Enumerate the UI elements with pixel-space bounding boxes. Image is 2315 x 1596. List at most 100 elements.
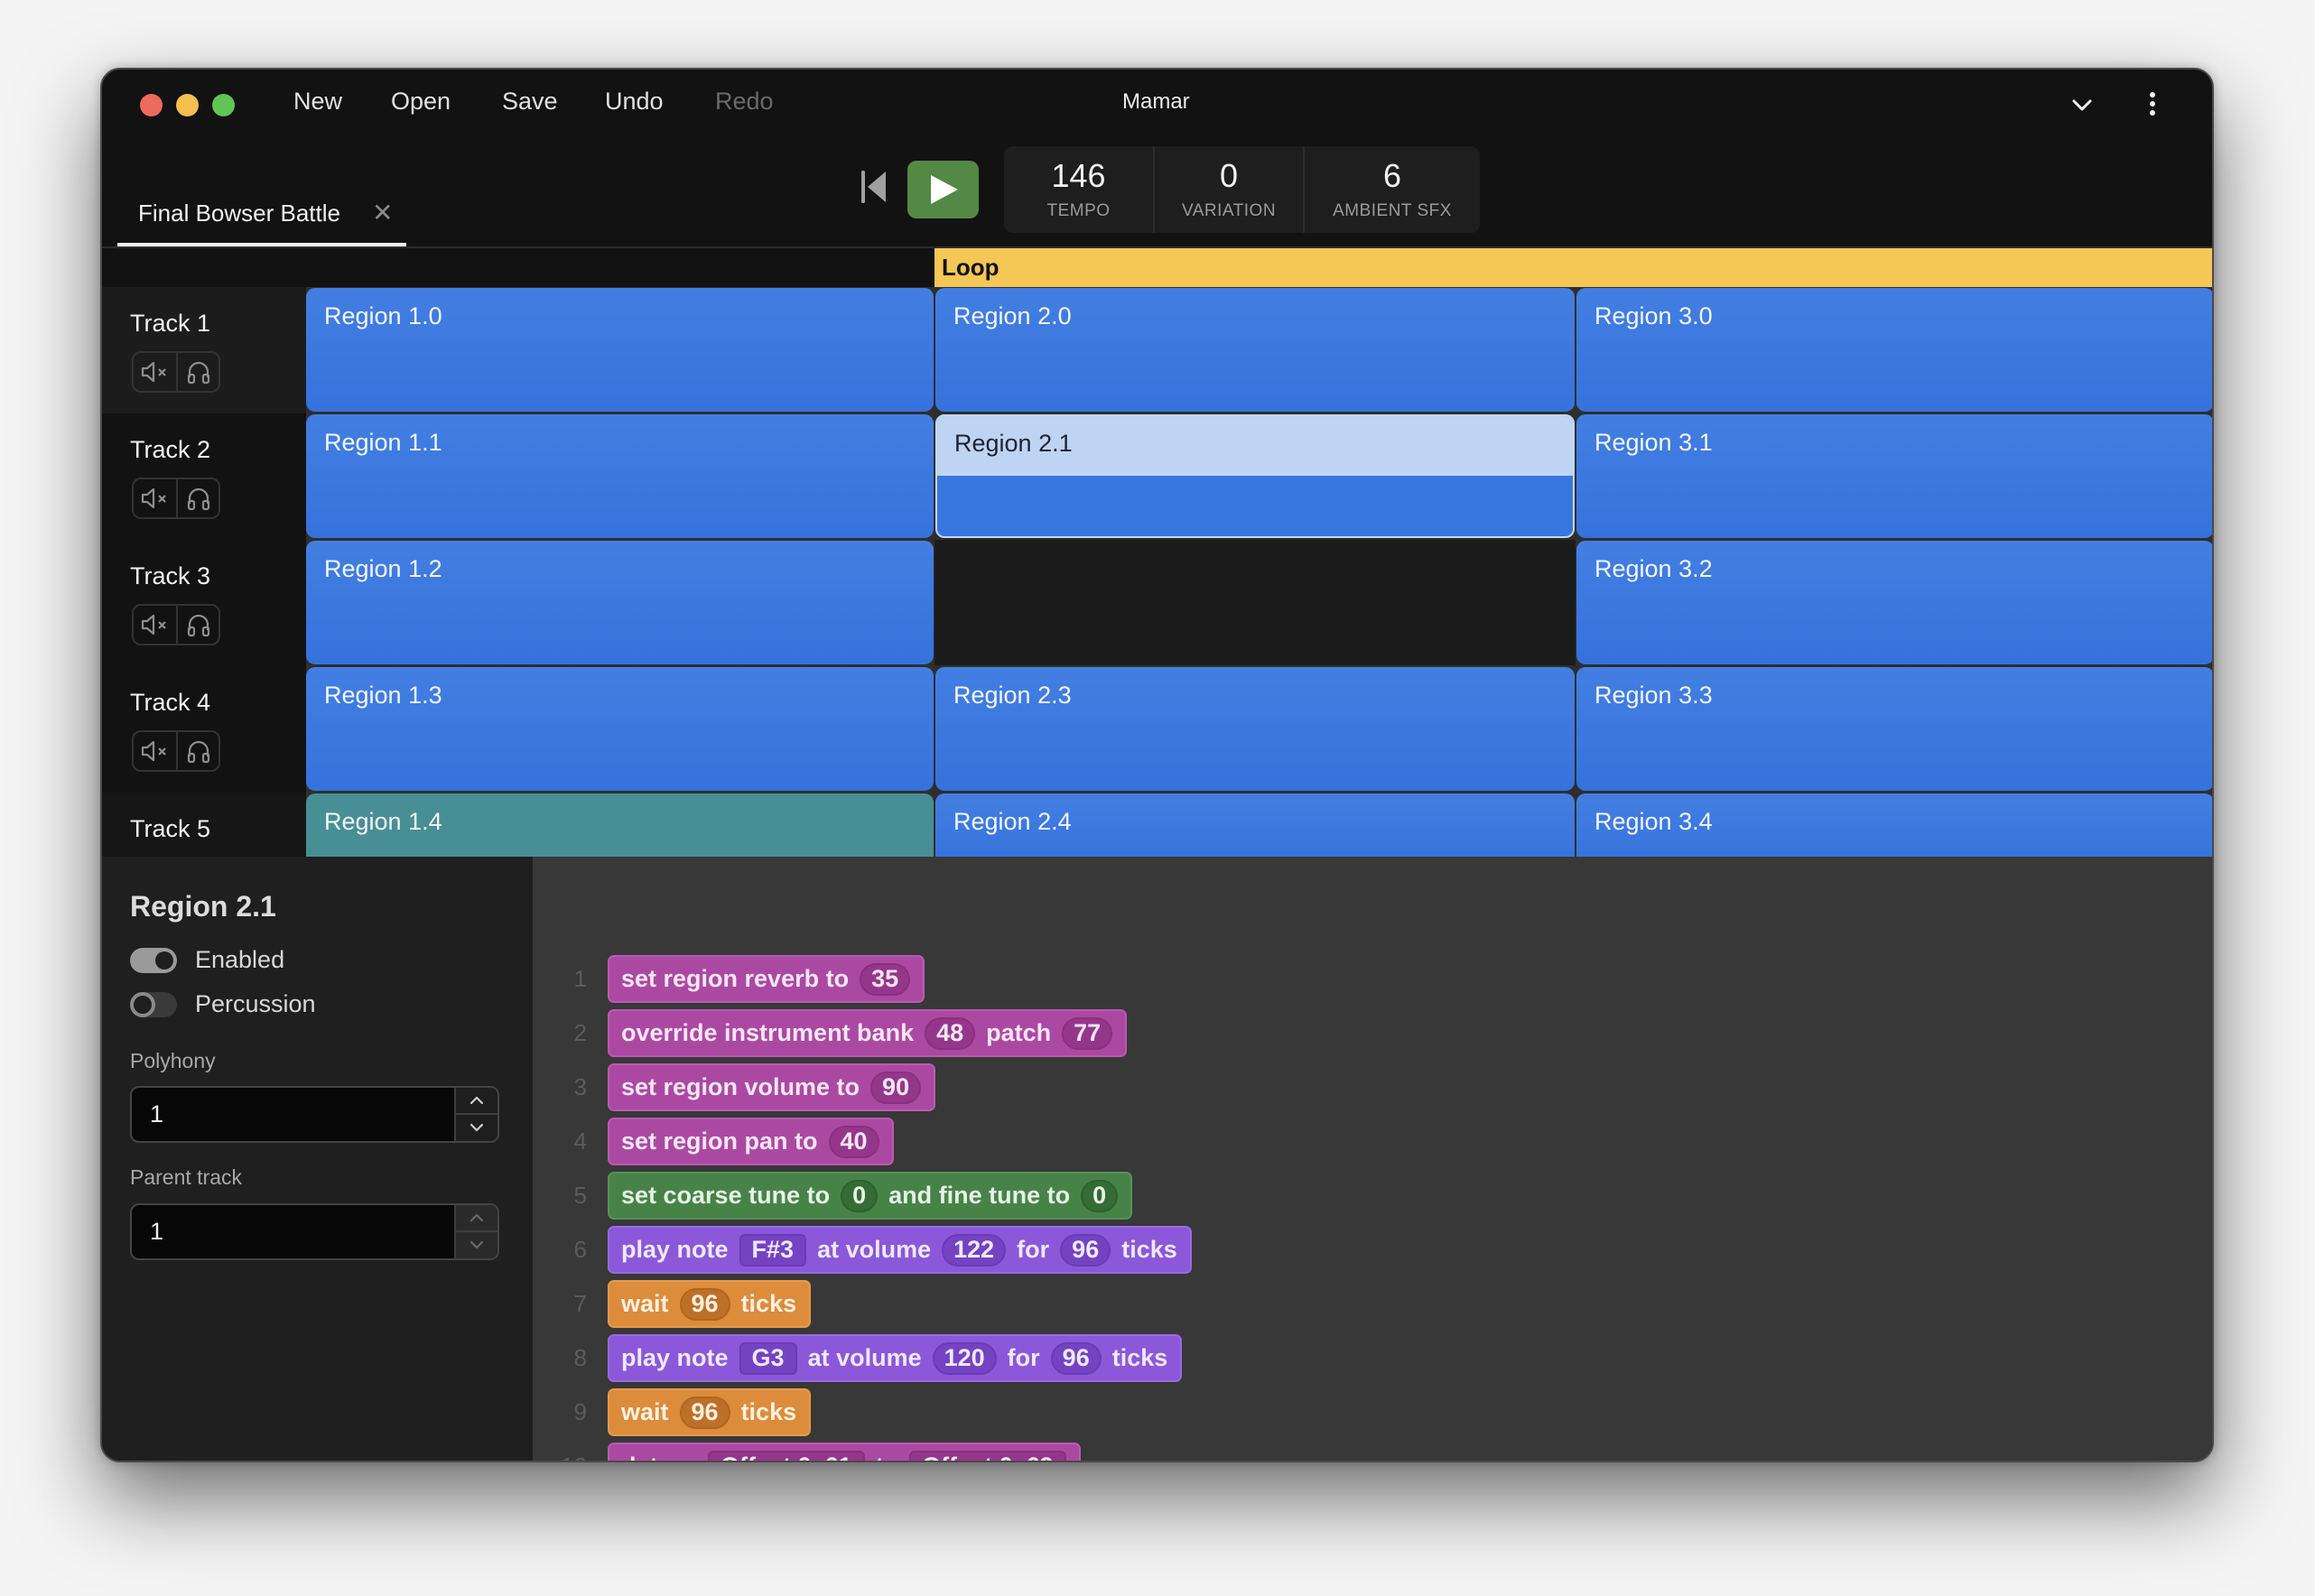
- mute-button[interactable]: [134, 606, 176, 644]
- command-block[interactable]: override instrument bank 48 patch 77: [608, 1009, 1128, 1057]
- command-block[interactable]: play note G3 at volume 120 for 96 ticks: [608, 1334, 1183, 1382]
- value-field[interactable]: 122: [942, 1233, 1007, 1267]
- offset-dropdown[interactable]: Offset 0x61: [708, 1450, 865, 1461]
- menu-undo[interactable]: Undo: [605, 88, 664, 116]
- region-3-2[interactable]: Region 3.2: [1576, 541, 2212, 664]
- offset-dropdown[interactable]: Offset 0x69: [909, 1450, 1066, 1461]
- value-field[interactable]: 77: [1062, 1016, 1113, 1050]
- line-number: 6: [573, 1236, 587, 1263]
- region-label: Region 3.3: [1594, 682, 1713, 709]
- parent-track-decrement[interactable]: [456, 1232, 497, 1259]
- parent-track-input[interactable]: [132, 1205, 457, 1258]
- percussion-toggle[interactable]: [130, 991, 177, 1017]
- region-3-4[interactable]: Region 3.4: [1576, 793, 2212, 857]
- track-header[interactable]: Track 3: [102, 540, 306, 666]
- headphones-icon: [187, 361, 209, 385]
- ambient-sfx-stat[interactable]: 6 AMBIENT SFX: [1303, 146, 1480, 233]
- menu-open[interactable]: Open: [391, 88, 451, 116]
- value-field[interactable]: 96: [679, 1396, 730, 1429]
- region-2-4[interactable]: Region 2.4: [935, 793, 1575, 857]
- value-field[interactable]: 96: [679, 1287, 730, 1321]
- track-name: Track 5: [130, 815, 211, 842]
- polyphony-increment[interactable]: [456, 1088, 497, 1115]
- region-label: Region 2.3: [953, 682, 1072, 709]
- value-field[interactable]: 90: [870, 1071, 922, 1104]
- region-label: Region 1.0: [324, 302, 442, 329]
- region-1-3[interactable]: Region 1.3: [306, 667, 934, 791]
- loop-marker[interactable]: Loop: [934, 248, 2212, 287]
- region-3-1[interactable]: Region 3.1: [1576, 414, 2212, 538]
- tempo-label: TEMPO: [1046, 201, 1111, 220]
- solo-button[interactable]: [176, 479, 218, 517]
- polyphony-decrement[interactable]: [456, 1115, 497, 1142]
- command-block[interactable]: set region pan to 40: [608, 1118, 894, 1165]
- empty-region-slot[interactable]: [934, 540, 1576, 665]
- region-2-1[interactable]: Region 2.1: [935, 414, 1575, 538]
- value-field[interactable]: 35: [860, 962, 911, 996]
- value-field[interactable]: 96: [1060, 1233, 1111, 1267]
- region-3-3[interactable]: Region 3.3: [1576, 667, 2212, 791]
- value-field[interactable]: 0: [841, 1179, 879, 1212]
- enabled-toggle-row[interactable]: Enabled: [130, 946, 284, 974]
- mute-button[interactable]: [134, 732, 176, 770]
- block-keyword: set coarse tune to: [621, 1182, 831, 1209]
- tempo-stat[interactable]: 146 TEMPO: [1004, 146, 1153, 233]
- command-block[interactable]: wait 96 ticks: [608, 1280, 812, 1328]
- menu-save[interactable]: Save: [502, 88, 558, 116]
- region-2-3[interactable]: Region 2.3: [935, 667, 1575, 791]
- enabled-toggle[interactable]: [130, 947, 177, 973]
- region-1-0[interactable]: Region 1.0: [306, 288, 934, 412]
- polyphony-input[interactable]: [132, 1088, 457, 1141]
- command-block[interactable]: wait 96 ticks: [608, 1388, 812, 1436]
- chevron-down-icon[interactable]: [2069, 92, 2096, 119]
- command-block[interactable]: set region reverb to 35: [608, 955, 925, 1003]
- tab-label: Final Bowser Battle: [138, 200, 340, 227]
- parent-track-increment[interactable]: [456, 1205, 497, 1232]
- close-icon[interactable]: ✕: [372, 198, 393, 227]
- percussion-toggle-row[interactable]: Percussion: [130, 990, 316, 1018]
- menu-redo: Redo: [715, 88, 774, 115]
- note-field[interactable]: G3: [739, 1341, 797, 1375]
- value-field[interactable]: 96: [1050, 1341, 1102, 1375]
- command-block[interactable]: set region volume to 90: [608, 1063, 936, 1111]
- close-window-button[interactable]: [140, 94, 163, 116]
- region-3-0[interactable]: Region 3.0: [1576, 288, 2212, 412]
- note-field[interactable]: F#3: [739, 1233, 807, 1267]
- inspector-title: Region 2.1: [130, 890, 276, 923]
- region-1-4[interactable]: Region 1.4: [306, 793, 934, 857]
- skip-to-start-button[interactable]: [859, 169, 891, 205]
- value-field[interactable]: 0: [1081, 1179, 1119, 1212]
- track-header[interactable]: Track 5: [102, 793, 306, 857]
- variation-stat[interactable]: 0 VARIATION: [1153, 146, 1303, 233]
- zoom-window-button[interactable]: [212, 94, 235, 116]
- command-block[interactable]: play note F#3 at volume 122 for 96 ticks: [608, 1226, 1192, 1274]
- solo-button[interactable]: [176, 732, 218, 770]
- mute-button[interactable]: [134, 479, 176, 517]
- tab-final-bowser-battle[interactable]: Final Bowser Battle ✕: [117, 194, 406, 248]
- minimize-window-button[interactable]: [176, 94, 199, 116]
- solo-button[interactable]: [176, 353, 218, 391]
- headphones-icon: [187, 487, 209, 511]
- value-field[interactable]: 48: [925, 1016, 976, 1050]
- kebab-menu-icon[interactable]: [2144, 89, 2161, 122]
- app-window: New Open Save Undo Redo Mamar Final Bows…: [100, 68, 2214, 1462]
- track-header[interactable]: Track 1: [102, 287, 306, 413]
- region-2-0[interactable]: Region 2.0: [935, 288, 1575, 412]
- menu-new[interactable]: New: [293, 88, 342, 116]
- region-label: Region 1.2: [324, 555, 442, 582]
- track-header[interactable]: Track 2: [102, 413, 306, 540]
- command-editor: 1 set region reverb to 35 2 override instrum…: [533, 857, 2212, 1461]
- mute-solo-group: [132, 604, 220, 645]
- command-block[interactable]: set coarse tune to 0 and fine tune to 0: [608, 1172, 1133, 1220]
- value-field[interactable]: 40: [828, 1125, 879, 1158]
- region-label: Region 2.0: [953, 302, 1072, 329]
- region-1-2[interactable]: Region 1.2: [306, 541, 934, 664]
- play-button[interactable]: [907, 161, 979, 218]
- region-1-1[interactable]: Region 1.1: [306, 414, 934, 538]
- value-field[interactable]: 120: [932, 1341, 997, 1375]
- parent-track-field: [130, 1203, 499, 1260]
- track-header[interactable]: Track 4: [102, 666, 306, 793]
- mute-button[interactable]: [134, 353, 176, 391]
- solo-button[interactable]: [176, 606, 218, 644]
- command-block[interactable]: detour Offset 0x61 to Offset 0x69: [608, 1443, 1081, 1461]
